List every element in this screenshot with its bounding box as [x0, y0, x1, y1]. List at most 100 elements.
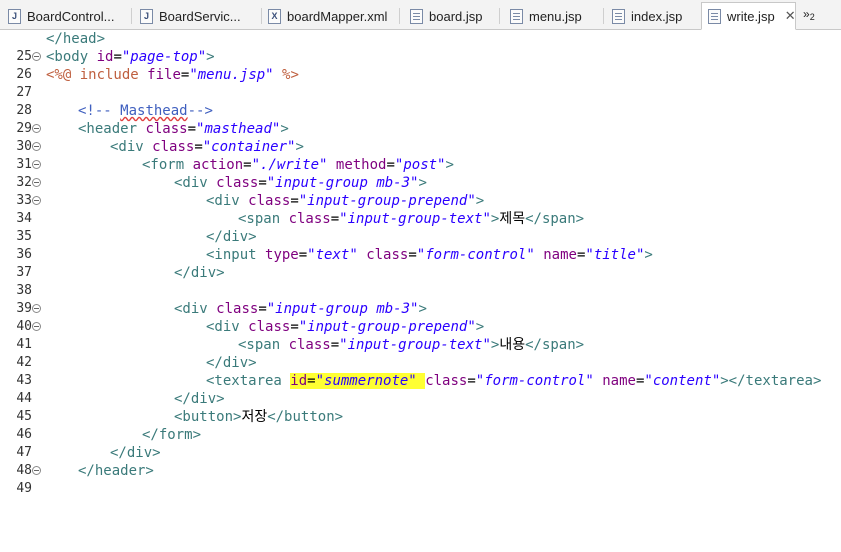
- code-token: =: [258, 175, 267, 191]
- code-token: =: [243, 157, 252, 173]
- fold-collapse-icon[interactable]: [32, 178, 41, 187]
- code-token: </button>: [267, 409, 344, 425]
- code-token: name: [543, 247, 577, 263]
- code-line: 25 </head>: [0, 30, 841, 64]
- code-line: 41 <div class="input-group-prepend">: [0, 318, 841, 352]
- code-token: <span: [238, 337, 289, 353]
- code-token: =: [290, 319, 299, 335]
- tab-boardcontroller[interactable]: J BoardControl...: [2, 3, 132, 29]
- code-token: class: [152, 139, 195, 155]
- code-token: 내용: [499, 337, 526, 353]
- code-token: "./write": [251, 157, 328, 173]
- tab-boardservice[interactable]: J BoardServic...: [134, 3, 262, 29]
- code-token: </div>: [110, 445, 161, 461]
- code-token: "container": [202, 139, 296, 155]
- tab-overflow-button[interactable]: »2: [803, 7, 815, 22]
- code-token: [416, 373, 426, 389]
- code-token: >: [475, 319, 485, 335]
- code-token: =: [386, 157, 395, 173]
- code-token: <header: [78, 121, 146, 137]
- code-token: >: [280, 121, 289, 137]
- tab-write-jsp[interactable]: write.jsp ✕: [701, 2, 796, 30]
- fold-collapse-icon[interactable]: [32, 196, 41, 205]
- code-token: "form-control": [416, 247, 535, 263]
- code-token: "input-group mb-3": [266, 175, 419, 191]
- code-token: 저장: [241, 409, 268, 425]
- code-line: 31 <div class="container">: [0, 138, 841, 172]
- code-token: -->: [187, 103, 213, 119]
- jsp-file-icon: [612, 8, 625, 24]
- tab-index-jsp[interactable]: index.jsp: [606, 3, 700, 29]
- code-line: 34 <div class="input-group-prepend">: [0, 192, 841, 226]
- code-token: </div>: [206, 229, 257, 245]
- code-token: id: [96, 49, 114, 65]
- tab-board-jsp[interactable]: board.jsp: [404, 3, 500, 29]
- code-token: >: [644, 247, 653, 263]
- tab-label: BoardControl...: [27, 8, 115, 24]
- code-token: <div: [174, 301, 217, 317]
- code-line: 30 <header class="masthead">: [0, 120, 841, 154]
- code-token: "summernote": [315, 373, 417, 389]
- code-token: </div>: [174, 391, 225, 407]
- line-number: 49: [16, 481, 32, 496]
- code-token: =: [187, 121, 197, 137]
- code-token: "title": [585, 247, 645, 263]
- close-icon[interactable]: ✕: [785, 8, 795, 24]
- code-line: 36 </div>: [0, 228, 841, 262]
- fold-collapse-icon[interactable]: [32, 142, 41, 151]
- fold-collapse-icon[interactable]: [32, 160, 41, 169]
- code-token: "input-group-text": [339, 211, 491, 227]
- code-line: 32 <form action="./write" method="post">: [0, 156, 841, 190]
- code-token: =: [290, 193, 299, 209]
- code-token: class: [248, 319, 291, 335]
- code-token: =: [194, 139, 203, 155]
- jsp-file-icon: [510, 8, 523, 24]
- code-token: "content": [644, 373, 721, 389]
- code-token: >: [445, 157, 454, 173]
- tab-label: board.jsp: [429, 8, 483, 24]
- code-token: class: [288, 337, 331, 353]
- tab-menu-jsp[interactable]: menu.jsp: [504, 3, 604, 29]
- code-line: 38 </div>: [0, 264, 841, 298]
- code-line: 37 <input type="text" class="form-contro…: [0, 246, 841, 280]
- editor-tab-bar: J BoardControl... J BoardServic... X boa…: [0, 0, 841, 30]
- fold-collapse-icon[interactable]: [32, 304, 41, 313]
- code-token: <form: [142, 157, 193, 173]
- code-line: 27 <%@ include file="menu.jsp" %>: [0, 66, 841, 100]
- code-token: "input-group-prepend": [298, 319, 476, 335]
- code-token: class: [145, 121, 188, 137]
- fold-collapse-icon[interactable]: [32, 52, 41, 61]
- code-token: Masthead: [120, 103, 188, 119]
- code-token: =: [330, 337, 340, 353]
- tab-boardmapper[interactable]: X boardMapper.xml: [262, 3, 400, 29]
- code-token: >: [418, 175, 427, 191]
- code-token: "input-group-prepend": [298, 193, 476, 209]
- code-line: 44 <textarea id="summernote" class="form…: [0, 372, 841, 406]
- code-token: "text": [307, 247, 358, 263]
- code-editor[interactable]: 25 </head> 26 <body id="page-top"> 27 <%…: [0, 30, 841, 496]
- code-token: class: [248, 193, 291, 209]
- code-token: <input: [206, 247, 266, 263]
- code-token: <body: [46, 49, 97, 65]
- code-line: 42 <span class="input-group-text">내용</sp…: [0, 336, 841, 370]
- code-token: >: [295, 139, 304, 155]
- code-line: 48 </div>: [0, 444, 841, 478]
- code-token: "page-top": [121, 49, 207, 65]
- code-token: =: [467, 373, 476, 389]
- code-token: class: [216, 301, 259, 317]
- fold-collapse-icon[interactable]: [32, 322, 41, 331]
- tab-label: boardMapper.xml: [287, 8, 388, 24]
- code-token: =: [298, 247, 308, 263]
- fold-collapse-icon[interactable]: [32, 466, 41, 475]
- code-token: "input-group mb-3": [266, 301, 419, 317]
- code-line: 28: [0, 84, 841, 118]
- fold-collapse-icon[interactable]: [32, 124, 41, 133]
- code-token: </span>: [525, 211, 585, 227]
- code-token: <button>: [174, 409, 242, 425]
- code-token: <div: [206, 193, 249, 209]
- code-token: </form>: [142, 427, 202, 443]
- tab-label: menu.jsp: [529, 8, 582, 24]
